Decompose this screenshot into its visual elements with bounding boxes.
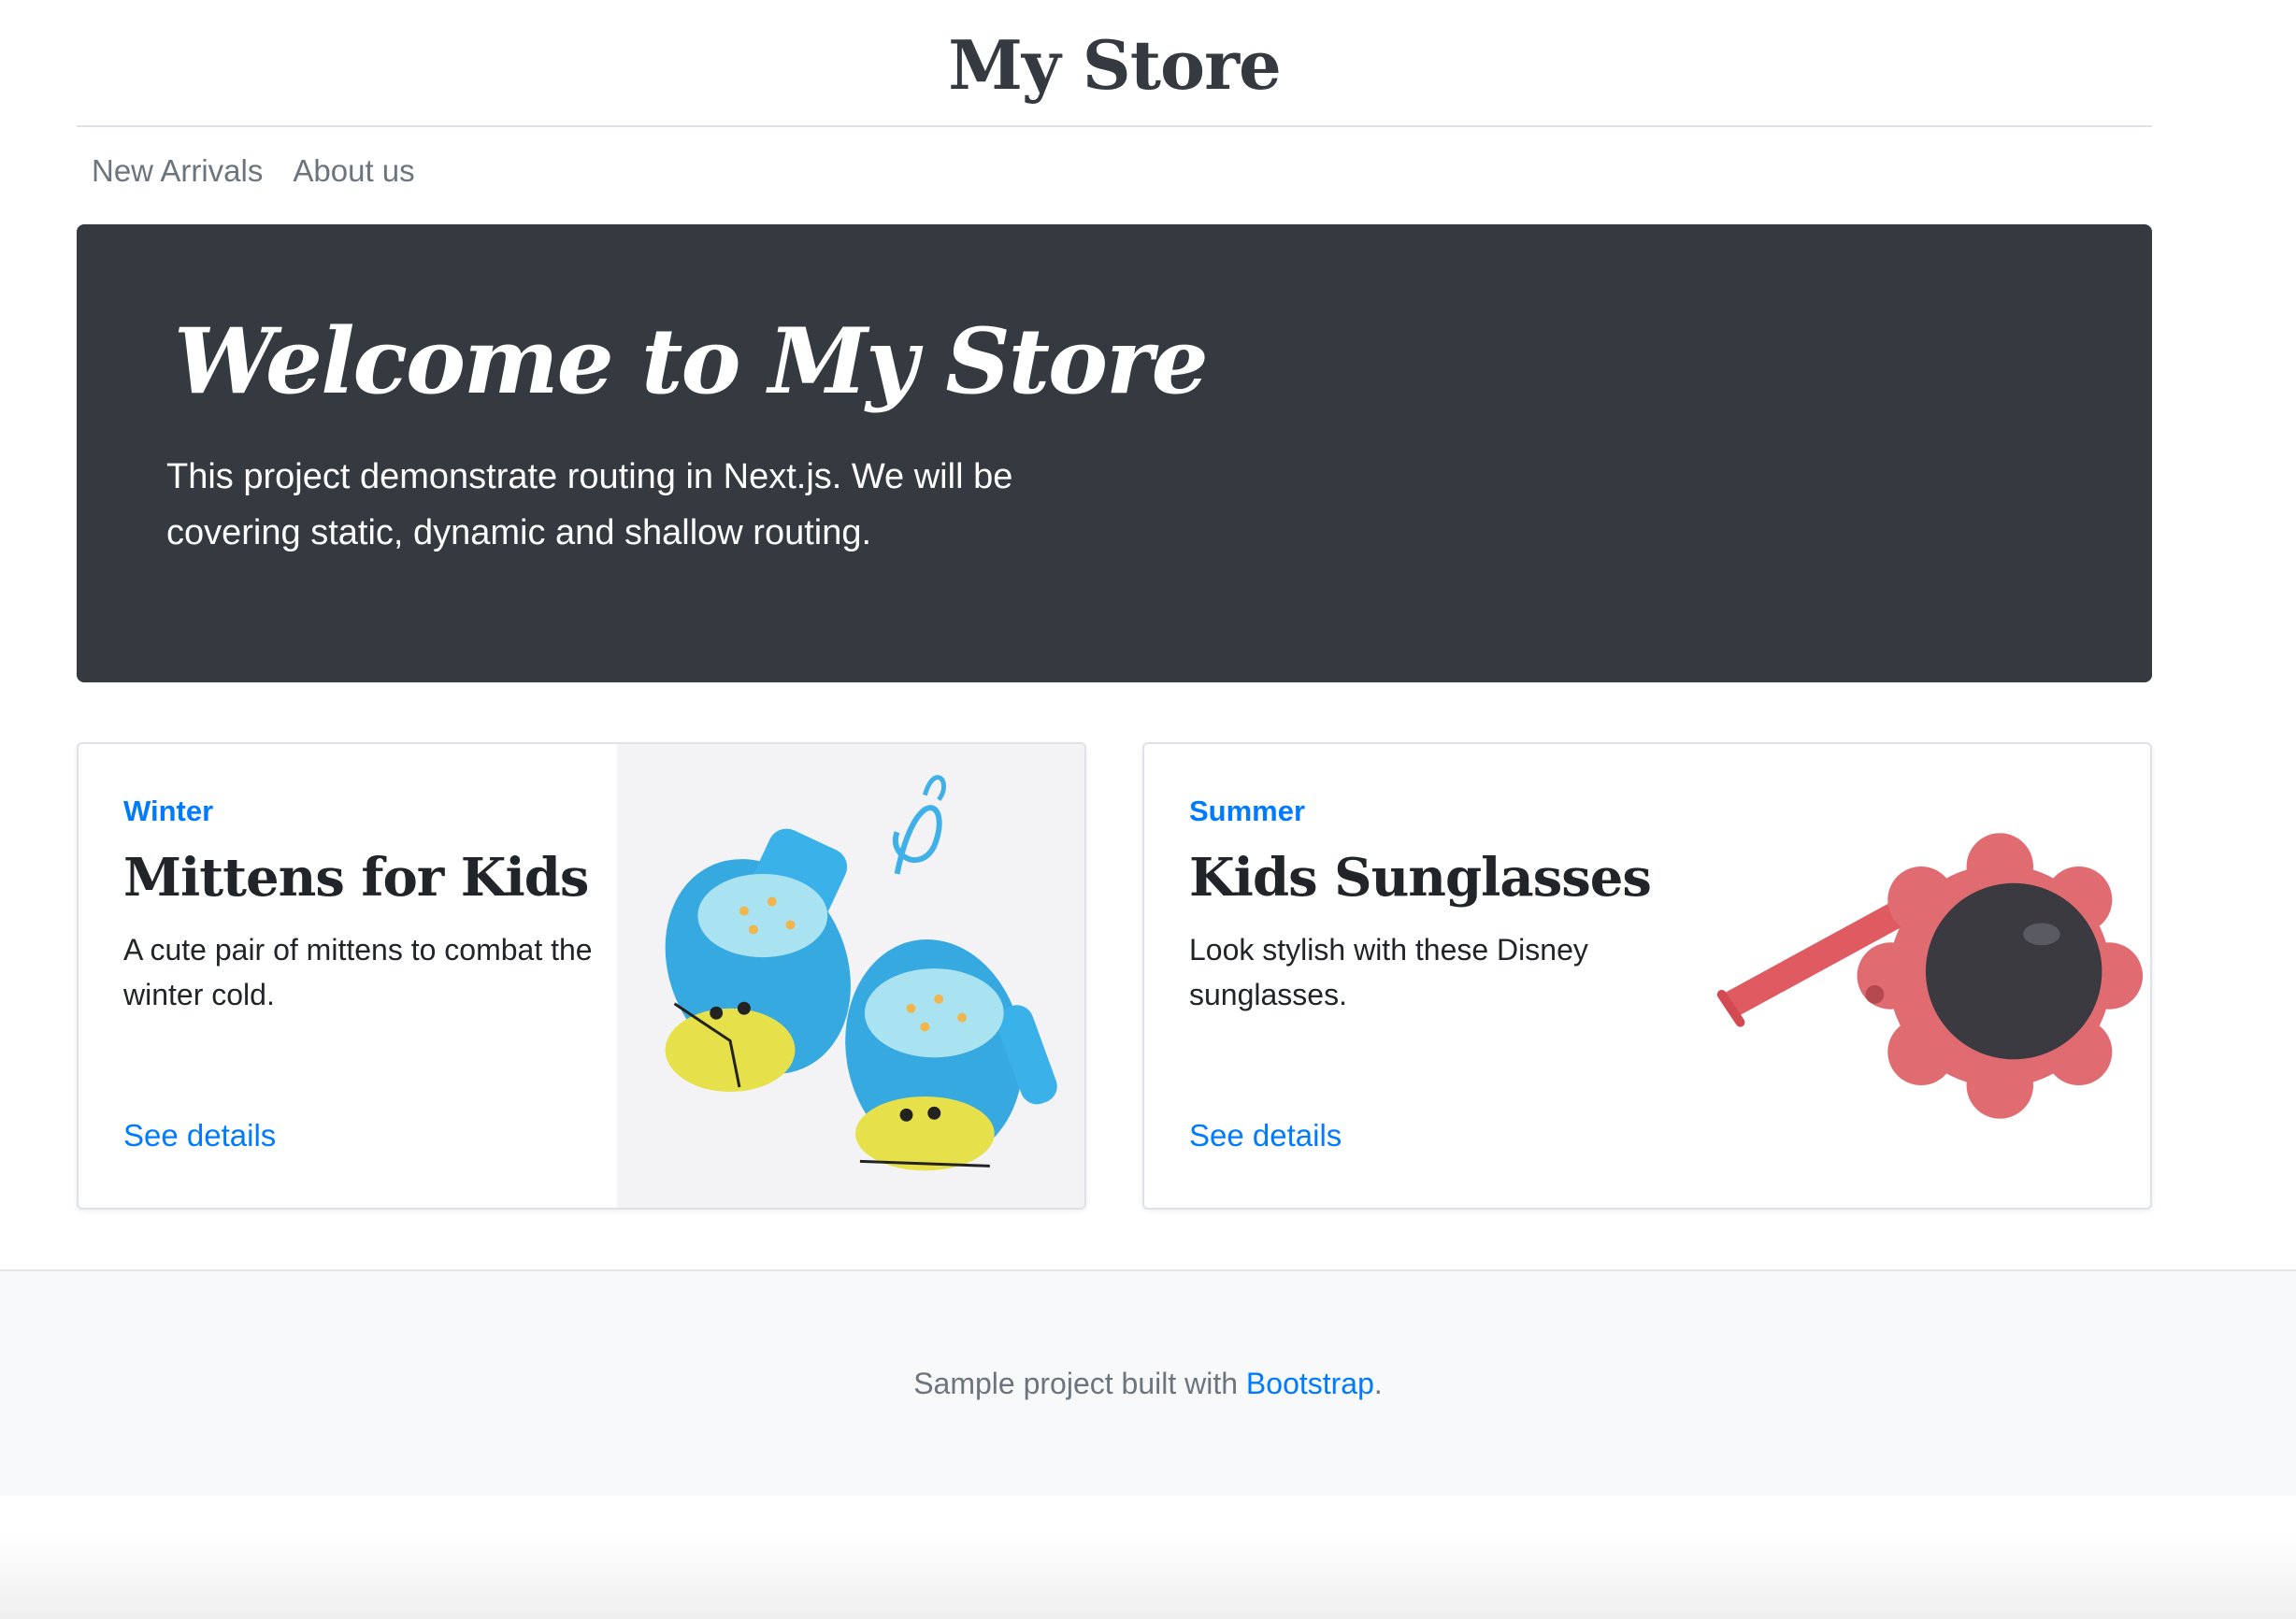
product-card-mittens: Winter Mittens for Kids A cute pair of m…: [77, 742, 1086, 1210]
nav-item-new-arrivals[interactable]: New Arrivals: [77, 153, 278, 189]
sunglasses-image: [1683, 744, 2150, 1208]
see-details-link[interactable]: See details: [123, 1118, 276, 1153]
main-nav: New Arrivals About us: [77, 140, 430, 202]
card-text: Look stylish with these Disney sunglasse…: [1189, 933, 1588, 1011]
card-category: Summer: [1189, 795, 1306, 827]
card-title: Mittens for Kids: [123, 847, 589, 909]
footer-text: Sample project built with Bootstrap.: [913, 1367, 1383, 1401]
hero-jumbotron: Welcome to My Store This project demonst…: [77, 224, 2152, 682]
bootstrap-link[interactable]: Bootstrap: [1246, 1367, 1374, 1400]
brand-logo[interactable]: My Store: [948, 25, 1282, 105]
nav-item-about-us[interactable]: About us: [278, 153, 429, 189]
site-header: My Store: [77, 0, 2152, 127]
hero-title: Welcome to My Store: [174, 308, 1209, 414]
hero-lead: This project demonstrate routing in Next…: [166, 457, 1013, 552]
card-title: Kids Sunglasses: [1189, 847, 1652, 909]
card-category: Winter: [123, 795, 214, 827]
product-card-sunglasses: Summer Kids Sunglasses Look stylish with…: [1142, 742, 2152, 1210]
footer-text-suffix: .: [1373, 1366, 1383, 1400]
site-footer: Sample project built with Bootstrap.: [0, 1269, 2296, 1496]
footer-text-prefix: Sample project built with: [913, 1366, 1239, 1400]
page: My Store New Arrivals About us Welcome t…: [0, 0, 2296, 1619]
mittens-image: [617, 744, 1084, 1208]
card-body: Winter Mittens for Kids A cute pair of m…: [123, 744, 628, 1208]
card-text: A cute pair of mittens to combat the win…: [123, 933, 593, 1011]
bottom-fade: [0, 1533, 2296, 1619]
card-body: Summer Kids Sunglasses Look stylish with…: [1189, 744, 1694, 1208]
see-details-link[interactable]: See details: [1189, 1118, 1342, 1153]
